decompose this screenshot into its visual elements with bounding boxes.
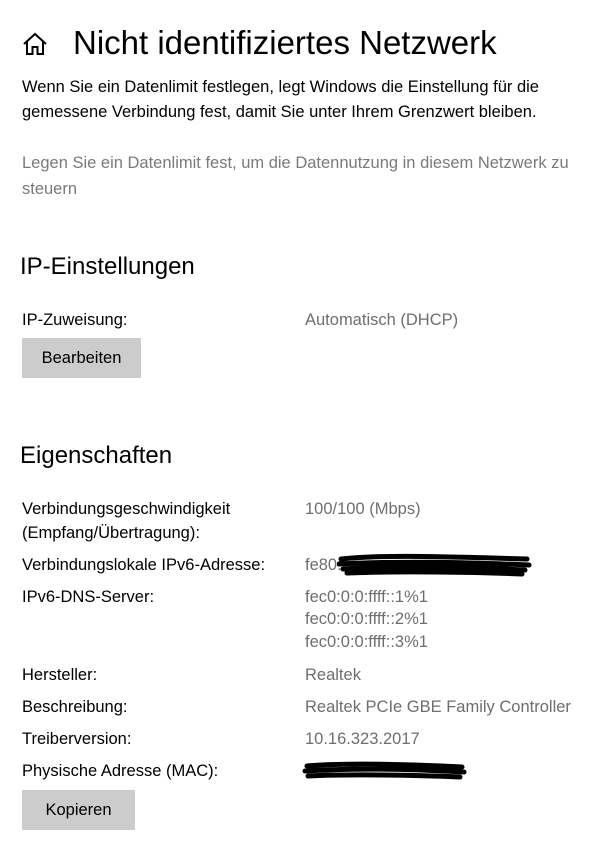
mac-address-label: Physische Adresse (MAC):	[22, 762, 219, 780]
ipv6-dns-value-1: fec0:0:0:ffff::1%1	[305, 588, 428, 606]
ipv6-link-local-label: Verbindungslokale IPv6-Adresse:	[22, 556, 266, 574]
ip-assignment-value: Automatisch (DHCP)	[305, 311, 459, 329]
ip-settings-heading: IP-Einstellungen	[20, 253, 195, 280]
copy-button[interactable]: Kopieren	[22, 790, 135, 830]
link-speed-label: Verbindungsgeschwindigkeit	[22, 500, 231, 518]
ipv6-dns-value-2: fec0:0:0:ffff::2%1	[305, 610, 428, 628]
driver-version-label: Treiberversion:	[22, 730, 132, 748]
link-speed-label-line2: (Empfang/Übertragung):	[22, 524, 200, 542]
manufacturer-label: Hersteller:	[22, 666, 98, 684]
redaction-mark	[302, 761, 467, 780]
description-label: Beschreibung:	[22, 698, 128, 716]
set-data-limit-link[interactable]: Legen Sie ein Datenlimit fest, um die Da…	[22, 150, 587, 202]
intro-text: Wenn Sie ein Datenlimit festlegen, legt …	[22, 78, 539, 121]
edit-ip-button[interactable]: Bearbeiten	[22, 338, 141, 378]
manufacturer-value: Realtek	[305, 666, 361, 684]
ipv6-dns-value-3: fec0:0:0:ffff::3%1	[305, 633, 428, 651]
properties-heading: Eigenschaften	[20, 442, 173, 469]
page-title: Nicht identifiziertes Netzwerk	[73, 24, 497, 61]
home-icon[interactable]	[22, 32, 48, 56]
network-settings-page: Nicht identifiziertes Netzwerk Wenn Sie …	[0, 0, 601, 844]
ipv6-dns-label: IPv6-DNS-Server:	[22, 588, 155, 606]
description-value: Realtek PCIe GBE Family Controller	[305, 698, 571, 716]
link-speed-value: 100/100 (Mbps)	[305, 500, 421, 518]
redaction-mark	[337, 553, 532, 577]
ip-assignment-label: IP-Zuweisung:	[22, 311, 128, 329]
driver-version-value: 10.16.323.2017	[305, 730, 420, 748]
